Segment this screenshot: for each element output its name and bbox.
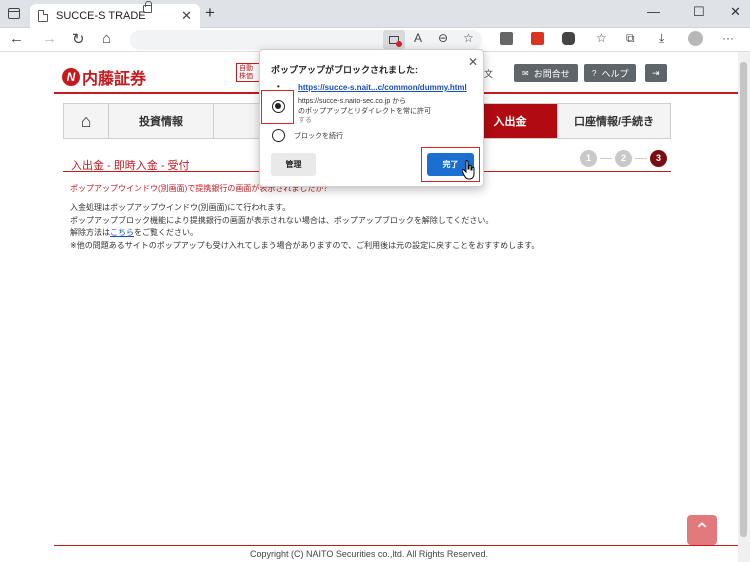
blocked-url-link[interactable]: https://succe-s.nait...c/common/dummy.ht…	[298, 83, 467, 92]
block-radio[interactable]	[272, 129, 285, 142]
tab-title: SUCCE-S TRADE	[56, 10, 146, 22]
logout-button[interactable]: ⇥	[645, 64, 667, 82]
lock-icon	[143, 1, 152, 13]
menu-home[interactable]: ⌂	[64, 104, 109, 138]
block-option-label: ブロックを続行	[294, 133, 343, 140]
refresh-icon[interactable]: ↻	[72, 30, 85, 48]
extension-s-icon[interactable]	[500, 32, 513, 45]
maximize-icon[interactable]: ☐	[693, 4, 705, 20]
extension-red-icon[interactable]	[531, 32, 544, 45]
downloads-icon[interactable]: ⤓	[659, 31, 664, 46]
close-window-icon[interactable]: ✕	[730, 4, 741, 20]
zoom-icon[interactable]: ⊖	[438, 31, 448, 45]
instructions-link[interactable]: こちら	[110, 228, 134, 237]
minimize-icon[interactable]: —	[647, 4, 660, 19]
popup-blocked-dialog: ポップアップがブロックされました: ✕ • https://succe-s.na…	[259, 49, 484, 187]
step-3: 3	[650, 150, 667, 167]
logout-icon: ⇥	[652, 67, 660, 78]
help-button[interactable]: ? ヘルプ	[584, 64, 637, 82]
url-field[interactable]	[130, 30, 482, 50]
popup-blocked-icon[interactable]	[383, 30, 405, 50]
allow-radio[interactable]	[272, 100, 285, 113]
more-icon[interactable]: ···	[722, 31, 734, 45]
scroll-to-top-button[interactable]: ⌃	[687, 515, 717, 545]
contact-button[interactable]: ✉ お問合せ	[514, 64, 578, 82]
allow-option-line1: https://succe-s.naito-sec.co.jp から	[298, 98, 407, 105]
back-icon[interactable]: ←	[9, 30, 24, 47]
read-aloud-icon[interactable]: A	[414, 31, 422, 45]
logo-text: 内藤証券	[82, 71, 147, 88]
allow-option-line3: する	[298, 117, 312, 124]
step-2: 2	[615, 150, 632, 167]
extensions-icon[interactable]	[562, 32, 575, 45]
manage-button[interactable]: 管理	[271, 153, 316, 176]
instructions: 入金処理はポップアップウインドウ(別画面)にて行われます。 ポップアップブロック…	[70, 203, 540, 250]
home-icon[interactable]: ⌂	[102, 30, 111, 47]
allow-option-line2: のポップアップとリダイレクトを常に許可	[298, 108, 431, 115]
auto-quote-link[interactable]: 自動 株価	[236, 63, 260, 82]
site-logo[interactable]: N 内藤証券	[62, 65, 146, 89]
favorites-icon[interactable]: ☆	[596, 31, 607, 45]
footer-copyright: Copyright (C) NAITO Securities co.,ltd. …	[250, 549, 488, 559]
collections-icon[interactable]: ⧉	[626, 31, 635, 46]
new-tab-icon[interactable]: +	[205, 3, 215, 23]
close-icon[interactable]: ✕	[468, 55, 478, 69]
mouse-cursor-icon	[462, 160, 475, 180]
page-icon	[38, 10, 48, 22]
home-icon: ⌂	[80, 110, 92, 131]
footer-divider	[54, 545, 738, 546]
step-1: 1	[580, 150, 597, 167]
menu-investment-info[interactable]: 投資情報	[109, 104, 214, 138]
logo-mark-icon: N	[62, 68, 80, 86]
dialog-title: ポップアップがブロックされました:	[271, 65, 418, 75]
browser-tab[interactable]: SUCCE-S TRADE ✕	[30, 4, 200, 28]
step-indicator: 1 2 3	[580, 150, 667, 167]
scrollbar-thumb[interactable]	[740, 62, 747, 537]
tab-strip: SUCCE-S TRADE ✕ + — ☐ ✕	[0, 0, 750, 28]
forward-icon: →	[42, 30, 57, 47]
language-icon[interactable]: 文	[484, 67, 493, 80]
favorite-icon[interactable]: ☆	[463, 31, 474, 45]
close-tab-icon[interactable]: ✕	[181, 8, 192, 24]
mail-icon: ✉	[522, 68, 529, 78]
menu-account[interactable]: 口座情報/手続き	[558, 104, 670, 138]
help-icon: ?	[592, 68, 597, 78]
tab-actions-icon[interactable]	[8, 8, 20, 19]
profile-avatar[interactable]	[688, 31, 703, 46]
